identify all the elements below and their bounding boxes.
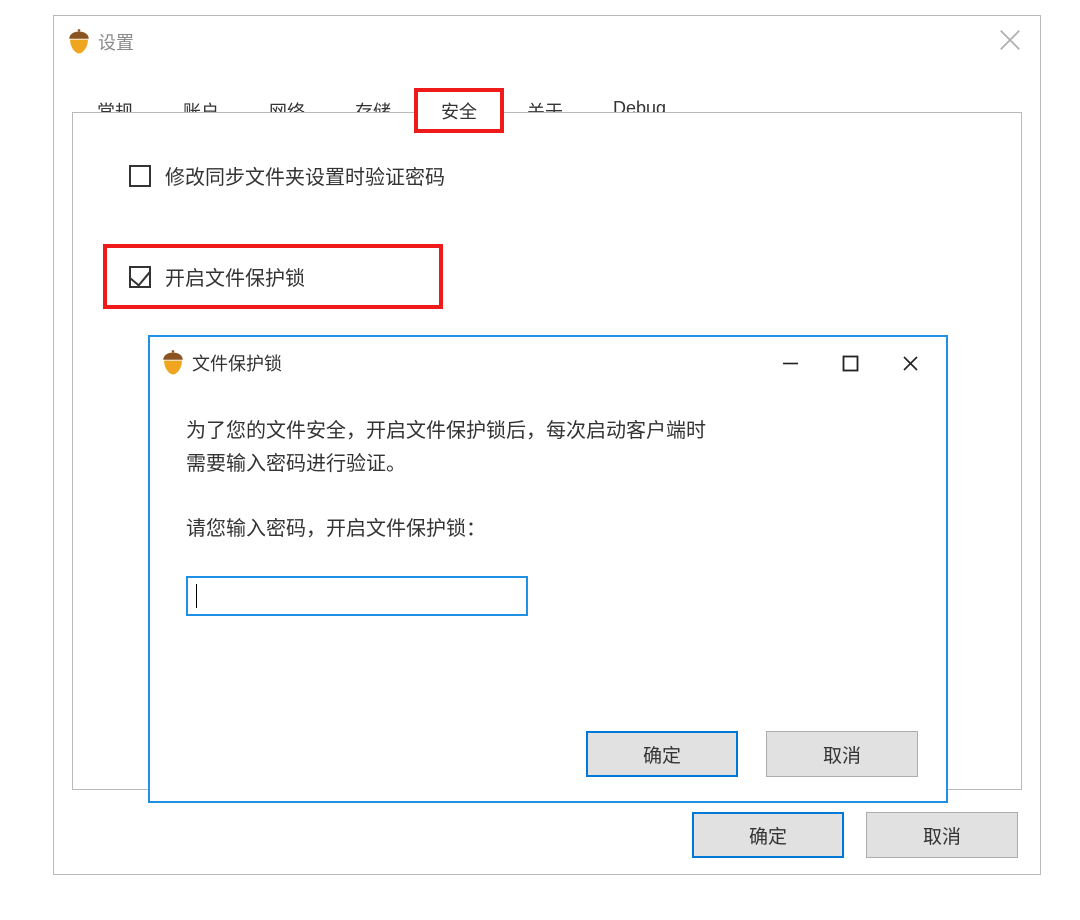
settings-ok-button[interactable]: 确定 (692, 812, 844, 858)
password-input[interactable] (186, 576, 528, 616)
window-controls (760, 343, 940, 383)
tab-security[interactable]: 安全 (416, 90, 502, 131)
dialog-body: 为了您的文件安全，开启文件保护锁后，每次启动客户端时 需要输入密码进行验证。 请… (150, 389, 946, 616)
settings-footer: 确定 取消 (692, 812, 1018, 858)
settings-cancel-button[interactable]: 取消 (866, 812, 1018, 858)
checkbox-unchecked-icon[interactable] (129, 165, 151, 187)
close-icon[interactable] (880, 343, 940, 383)
close-icon[interactable] (996, 26, 1024, 54)
caret-icon (196, 584, 197, 608)
option-verify-sync[interactable]: 修改同步文件夹设置时验证密码 (129, 161, 965, 190)
dialog-ok-button[interactable]: 确定 (586, 731, 738, 777)
maximize-icon[interactable] (820, 343, 880, 383)
dialog-footer: 确定 取消 (586, 731, 918, 777)
settings-title: 设置 (98, 29, 134, 55)
settings-titlebar: 设置 (54, 16, 1040, 68)
option-enable-file-lock-label: 开启文件保护锁 (165, 262, 305, 291)
dialog-cancel-button[interactable]: 取消 (766, 731, 918, 777)
acorn-icon (160, 350, 186, 376)
acorn-icon (66, 29, 92, 55)
checkbox-checked-icon[interactable] (129, 266, 151, 288)
option-verify-sync-label: 修改同步文件夹设置时验证密码 (165, 161, 445, 190)
dialog-title: 文件保护锁 (192, 350, 282, 376)
minimize-icon[interactable] (760, 343, 820, 383)
dialog-text-line1: 为了您的文件安全，开启文件保护锁后，每次启动客户端时 (186, 415, 910, 448)
dialog-text-line2: 需要输入密码进行验证。 (186, 448, 910, 481)
file-lock-dialog: 文件保护锁 为了您的文件安全，开启文件保护锁后，每次启动客户端时 需要输入密码进… (148, 335, 948, 803)
dialog-titlebar: 文件保护锁 (150, 337, 946, 389)
option-enable-file-lock[interactable]: 开启文件保护锁 (103, 244, 443, 309)
dialog-prompt: 请您输入密码，开启文件保护锁： (186, 513, 910, 546)
